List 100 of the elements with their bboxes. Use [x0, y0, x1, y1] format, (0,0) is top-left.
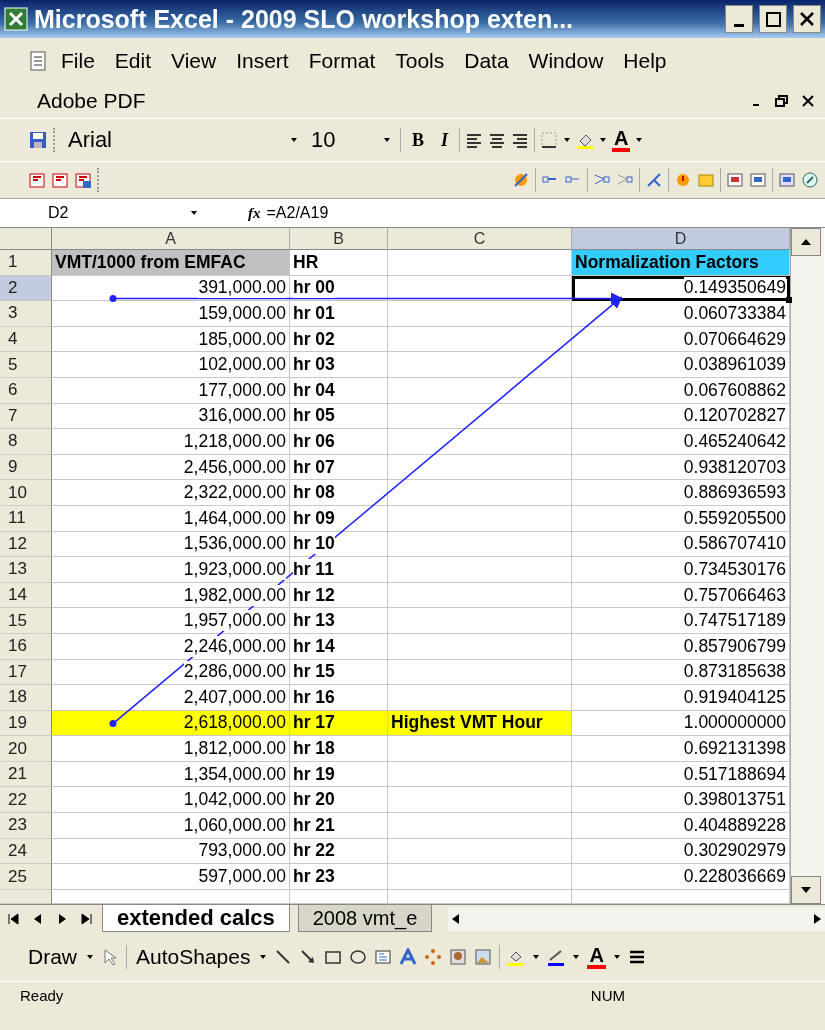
- table-cell[interactable]: 0.517188694: [572, 761, 790, 788]
- sheet-tab[interactable]: extended calcs: [102, 905, 290, 933]
- row-header[interactable]: 13: [0, 557, 52, 583]
- table-cell[interactable]: 1.000000000: [572, 710, 790, 737]
- row-header[interactable]: 4: [0, 326, 52, 353]
- table-cell[interactable]: [388, 454, 572, 481]
- row-header[interactable]: 7: [0, 403, 52, 430]
- close-icon[interactable]: [801, 94, 815, 108]
- document-icon[interactable]: [28, 50, 48, 72]
- restore-icon[interactable]: [775, 94, 789, 108]
- evaluate-formula-icon[interactable]: [801, 171, 819, 189]
- oval-icon[interactable]: [349, 947, 368, 966]
- table-cell[interactable]: hr 08: [290, 480, 388, 506]
- table-cell[interactable]: Normalization Factors: [572, 250, 790, 276]
- table-cell[interactable]: 177,000.00: [52, 377, 290, 404]
- table-cell[interactable]: 0.302902979: [572, 838, 790, 865]
- table-cell[interactable]: 0.757066463: [572, 582, 790, 609]
- menu-item[interactable]: Edit: [107, 47, 159, 75]
- table-cell[interactable]: hr 07: [290, 454, 388, 481]
- table-cell[interactable]: hr 22: [290, 838, 388, 865]
- table-cell[interactable]: 793,000.00: [52, 838, 290, 865]
- row-header[interactable]: 23: [0, 813, 52, 839]
- table-cell[interactable]: hr 12: [290, 582, 388, 609]
- row-header[interactable]: 14: [0, 582, 52, 609]
- table-cell[interactable]: 1,042,000.00: [52, 787, 290, 814]
- horizontal-scrollbar[interactable]: [448, 906, 825, 931]
- table-cell[interactable]: 0.060733384: [572, 301, 790, 327]
- table-cell[interactable]: 159,000.00: [52, 301, 290, 327]
- sheet-tab[interactable]: 2008 vmt_e: [297, 905, 433, 933]
- align-right-icon[interactable]: [511, 131, 530, 149]
- table-cell[interactable]: [388, 403, 572, 430]
- borders-icon[interactable]: [540, 131, 559, 149]
- scroll-down-button[interactable]: [791, 875, 821, 904]
- menu-item[interactable]: Insert: [229, 47, 296, 75]
- row-header[interactable]: 2: [0, 275, 52, 302]
- table-cell[interactable]: hr 19: [290, 761, 388, 788]
- row-header[interactable]: 6: [0, 377, 52, 404]
- table-cell[interactable]: hr 21: [290, 813, 388, 839]
- table-cell[interactable]: 0.586707410: [572, 531, 790, 558]
- table-cell[interactable]: 2,618,000.00: [52, 710, 290, 737]
- table-cell[interactable]: 1,354,000.00: [52, 761, 290, 788]
- table-cell[interactable]: 102,000.00: [52, 352, 290, 378]
- table-cell[interactable]: 185,000.00: [52, 326, 290, 353]
- table-cell[interactable]: 1,923,000.00: [52, 557, 290, 583]
- row-header[interactable]: 20: [0, 736, 52, 762]
- table-cell[interactable]: 391,000.00: [52, 275, 290, 302]
- insert-function-button[interactable]: fx: [248, 204, 261, 222]
- scroll-up-button[interactable]: [791, 228, 821, 256]
- table-cell[interactable]: hr 00: [290, 275, 388, 302]
- row-header[interactable]: 8: [0, 429, 52, 455]
- table-cell[interactable]: 2,246,000.00: [52, 633, 290, 660]
- first-sheet-icon[interactable]: [6, 910, 22, 927]
- table-cell[interactable]: hr 03: [290, 352, 388, 378]
- align-center-icon[interactable]: [488, 131, 507, 149]
- table-cell[interactable]: 0.228036669: [572, 864, 790, 890]
- picture-icon[interactable]: [474, 947, 493, 966]
- text-box-icon[interactable]: [374, 947, 393, 966]
- table-cell[interactable]: [388, 326, 572, 353]
- row-header[interactable]: 3: [0, 301, 52, 327]
- table-cell[interactable]: 0.465240642: [572, 429, 790, 455]
- table-cell[interactable]: hr 06: [290, 429, 388, 455]
- row-header[interactable]: 16: [0, 633, 52, 660]
- menu-item[interactable]: Tools: [388, 47, 452, 75]
- table-cell[interactable]: 2,322,000.00: [52, 480, 290, 506]
- row-header[interactable]: 15: [0, 608, 52, 634]
- pdf-icon[interactable]: [28, 171, 46, 189]
- table-cell[interactable]: 2,407,000.00: [52, 685, 290, 711]
- table-cell[interactable]: hr 13: [290, 608, 388, 634]
- bold-button[interactable]: B: [406, 129, 430, 151]
- draw-menu-button[interactable]: Draw: [26, 944, 79, 969]
- table-cell[interactable]: 0.747517189: [572, 608, 790, 634]
- table-cell[interactable]: 2,456,000.00: [52, 454, 290, 481]
- table-cell[interactable]: hr 05: [290, 403, 388, 430]
- table-cell[interactable]: [388, 813, 572, 839]
- pdf-icon[interactable]: [51, 171, 69, 189]
- table-cell[interactable]: hr 20: [290, 787, 388, 814]
- table-cell[interactable]: 0.038961039: [572, 352, 790, 378]
- maximize-button[interactable]: [759, 5, 787, 33]
- table-cell[interactable]: 1,982,000.00: [52, 582, 290, 609]
- wordart-icon[interactable]: [399, 947, 418, 966]
- row-header[interactable]: 22: [0, 787, 52, 814]
- table-cell[interactable]: hr 18: [290, 736, 388, 762]
- table-cell[interactable]: HR: [290, 250, 388, 276]
- table-cell[interactable]: 0.692131398: [572, 736, 790, 762]
- table-cell[interactable]: 1,464,000.00: [52, 505, 290, 532]
- table-cell[interactable]: hr 01: [290, 301, 388, 327]
- row-header[interactable]: 10: [0, 480, 52, 506]
- row-header[interactable]: 24: [0, 838, 52, 865]
- last-sheet-icon[interactable]: [78, 910, 94, 927]
- table-cell[interactable]: [388, 761, 572, 788]
- table-cell[interactable]: hr 10: [290, 531, 388, 558]
- menu-item[interactable]: Data: [457, 47, 516, 75]
- font-size-field[interactable]: 10: [307, 126, 395, 154]
- table-cell[interactable]: [388, 838, 572, 865]
- table-cell[interactable]: 0.873185638: [572, 659, 790, 686]
- table-cell[interactable]: hr 14: [290, 633, 388, 660]
- table-cell[interactable]: 0.149350649: [572, 275, 790, 302]
- table-cell[interactable]: 0.120702827: [572, 403, 790, 430]
- column-header[interactable]: D: [572, 228, 790, 250]
- table-cell[interactable]: hr 16: [290, 685, 388, 711]
